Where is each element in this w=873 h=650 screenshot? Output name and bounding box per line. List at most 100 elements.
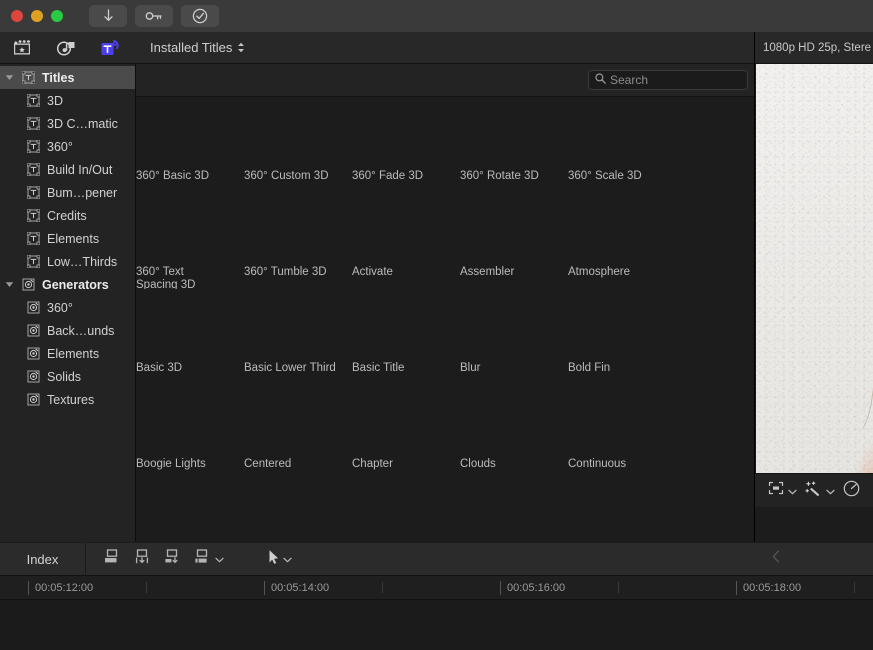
- title-effect-item[interactable]: Activate: [352, 193, 459, 289]
- sidebar-item-elements[interactable]: Elements: [0, 342, 135, 365]
- music-and-sound-browser-icon[interactable]: [54, 37, 78, 59]
- sidebar-item-3d-c-matic[interactable]: 3D C…matic: [0, 112, 135, 135]
- title-effect-thumbnail[interactable]: [460, 97, 567, 169]
- title-effect-thumbnail[interactable]: [460, 193, 567, 265]
- sidebar-item-low-thirds[interactable]: Low…Thirds: [0, 250, 135, 273]
- minimize-window-button[interactable]: [31, 10, 43, 22]
- title-effect-label: Continuous: [568, 458, 627, 470]
- title-effect-item[interactable]: 360° Text Spacing 3D: [136, 193, 243, 291]
- title-effect-item[interactable]: Assembler: [460, 193, 567, 289]
- magic-wand-icon: [805, 480, 822, 501]
- sidebar-item-3d[interactable]: 3D: [0, 89, 135, 112]
- title-effect-item[interactable]: Clouds: [460, 385, 567, 481]
- key-button[interactable]: [135, 5, 173, 27]
- sidebar-item-build-in-out[interactable]: Build In/Out: [0, 158, 135, 181]
- sidebar-item-label: Generators: [42, 277, 109, 292]
- title-effect-thumbnail[interactable]: [352, 97, 459, 169]
- title-effect-thumbnail[interactable]: [136, 193, 243, 265]
- color-board-button[interactable]: [843, 480, 860, 502]
- title-effect-thumbnail[interactable]: [352, 385, 459, 457]
- title-effect-thumbnail[interactable]: [568, 289, 675, 361]
- sidebar-item-back-unds[interactable]: Back…unds: [0, 319, 135, 342]
- sidebar-item-textures[interactable]: Textures: [0, 388, 135, 411]
- title-effect-thumbnail[interactable]: [136, 289, 243, 361]
- title-effect-item[interactable]: Basic Title: [352, 289, 459, 385]
- select-tool-button[interactable]: [268, 549, 292, 570]
- title-effect-thumbnail[interactable]: [136, 385, 243, 457]
- title-effect-item[interactable]: Bold Fin: [568, 289, 675, 385]
- title-effect-thumbnail[interactable]: [568, 193, 675, 265]
- browser-category-popup[interactable]: Installed Titles: [150, 40, 245, 55]
- sidebar-item-360[interactable]: 360°: [0, 135, 135, 158]
- search-field[interactable]: [588, 70, 748, 90]
- search-input[interactable]: [610, 73, 740, 87]
- title-effect-thumbnail[interactable]: [352, 193, 459, 265]
- enhance-button[interactable]: [805, 480, 835, 501]
- overwrite-clip-button[interactable]: [192, 548, 224, 571]
- index-button[interactable]: Index: [0, 542, 86, 576]
- browser-search-bar: [136, 64, 754, 97]
- title-effect-item[interactable]: Basic 3D: [136, 289, 243, 385]
- grid-row: 360° Text Spacing 3D 360° Tumble 3D Activa…: [136, 193, 754, 291]
- title-effect-item[interactable]: Chapter: [352, 385, 459, 481]
- title-effect-thumbnail[interactable]: [568, 385, 675, 457]
- title-effects-grid[interactable]: 360° Basic 3D 360° Custom 3D 360° Fade 3D 3…: [136, 97, 754, 542]
- title-effect-thumbnail[interactable]: [352, 289, 459, 361]
- title-effect-thumbnail[interactable]: [244, 193, 351, 265]
- sidebar-item-bum-pener[interactable]: Bum…pener: [0, 181, 135, 204]
- disclosure-triangle-icon[interactable]: [4, 280, 15, 289]
- title-effect-item[interactable]: Centered: [244, 385, 351, 481]
- title-effect-label: Bold Fin: [568, 362, 611, 374]
- append-clip-button[interactable]: [162, 548, 182, 571]
- title-effect-item[interactable]: 360° Fade 3D: [352, 97, 459, 193]
- sidebar-item-credits[interactable]: Credits: [0, 204, 135, 227]
- insert-clip-button[interactable]: [132, 548, 152, 571]
- sidebar-item-elements[interactable]: Elements: [0, 227, 135, 250]
- viewer-stage[interactable]: [755, 64, 873, 507]
- title-effect-item[interactable]: 360° Custom 3D: [244, 97, 351, 193]
- title-effect-item[interactable]: Continuous: [568, 385, 675, 481]
- sidebar-item-360[interactable]: 360°: [0, 296, 135, 319]
- title-effect-item[interactable]: 360° Scale 3D: [568, 97, 675, 193]
- chevron-down-icon[interactable]: [788, 482, 797, 500]
- disclosure-triangle-icon[interactable]: [4, 73, 15, 82]
- checkmark-button[interactable]: [181, 5, 219, 27]
- sidebar-item-solids[interactable]: Solids: [0, 365, 135, 388]
- close-window-button[interactable]: [11, 10, 23, 22]
- library-sidebar[interactable]: Titles 3D 3D C…matic 360° Build In/Out Bum…pe…: [0, 64, 136, 542]
- timeline-ruler[interactable]: 00:05:12:00 00:05:14:00 00:05:16:00 00:05:1…: [0, 576, 873, 600]
- collapse-panel-button[interactable]: [772, 550, 780, 568]
- title-effect-item[interactable]: Basic Lower Third: [244, 289, 351, 385]
- title-effect-item[interactable]: 360° Rotate 3D: [460, 97, 567, 193]
- title-effect-label: 360° Fade 3D: [352, 170, 424, 182]
- title-effect-thumbnail[interactable]: [244, 289, 351, 361]
- ruler-tick: [264, 581, 265, 595]
- crop-icon: [768, 481, 784, 500]
- title-effect-item[interactable]: 360° Tumble 3D: [244, 193, 351, 289]
- chevron-down-icon[interactable]: [283, 550, 292, 568]
- title-effect-thumbnail[interactable]: [136, 97, 243, 169]
- sidebar-item-generators[interactable]: Generators: [0, 273, 135, 296]
- title-effect-item[interactable]: Atmosphere: [568, 193, 675, 289]
- photos-and-video-browser-icon[interactable]: [10, 37, 34, 59]
- download-button[interactable]: [89, 5, 127, 27]
- title-icon: [26, 93, 41, 108]
- connect-clip-button[interactable]: [102, 548, 122, 571]
- title-effect-thumbnail[interactable]: [460, 289, 567, 361]
- ruler-tick: [500, 581, 501, 595]
- title-effect-thumbnail[interactable]: [244, 385, 351, 457]
- title-effect-thumbnail[interactable]: [460, 385, 567, 457]
- chevron-down-icon[interactable]: [826, 482, 835, 500]
- timeline-tracks-area[interactable]: [0, 600, 873, 650]
- title-effect-item[interactable]: Boogie Lights: [136, 385, 243, 481]
- chevron-down-icon[interactable]: [215, 550, 224, 568]
- title-effect-thumbnail[interactable]: [244, 97, 351, 169]
- titles-and-generators-browser-icon[interactable]: [98, 37, 122, 59]
- crop-transform-button[interactable]: [768, 481, 797, 500]
- title-effect-item[interactable]: 360° Basic 3D: [136, 97, 243, 193]
- title-effect-item[interactable]: Blur: [460, 289, 567, 385]
- maximize-window-button[interactable]: [51, 10, 63, 22]
- timeline-edit-tools: [86, 548, 292, 571]
- sidebar-item-titles[interactable]: Titles: [0, 66, 135, 89]
- title-effect-thumbnail[interactable]: [568, 97, 675, 169]
